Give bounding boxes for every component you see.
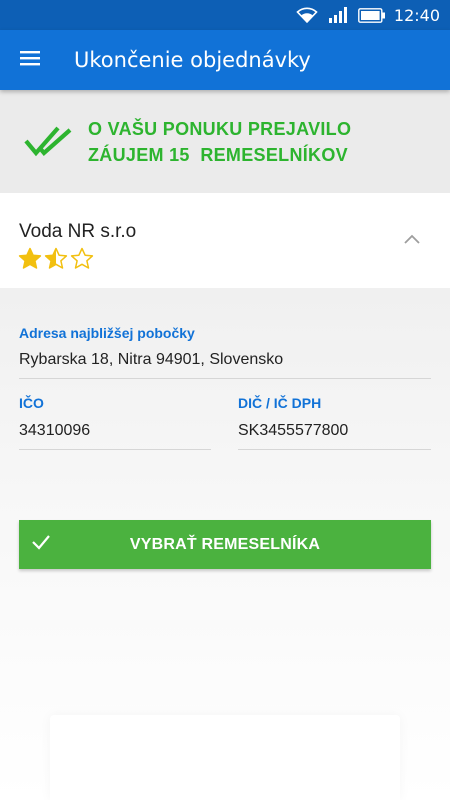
divider: [19, 378, 431, 379]
address-label: Adresa najbližšej pobočky: [19, 325, 195, 341]
check-icon: [31, 532, 51, 557]
banner-line-2: ZÁUJEM 15 REMESELNÍKOV: [88, 144, 348, 165]
bottom-card: [50, 715, 400, 800]
page-title: Ukončenie objednávky: [74, 48, 311, 72]
hamburger-menu-icon[interactable]: [20, 50, 40, 71]
craftsman-name: Voda NR s.r.o: [19, 221, 137, 242]
star-icon: [70, 247, 94, 269]
status-bar: 12:40: [0, 0, 450, 30]
status-time: 12:40: [393, 5, 440, 25]
signal-icon: [328, 7, 348, 23]
banner-text: O VAŠU PONUKU PREJAVILO ZÁUJEM 15 REMESE…: [88, 116, 351, 168]
rating-stars: [18, 247, 94, 271]
app-bar: Ukončenie objednávky: [0, 30, 450, 90]
craftsman-header[interactable]: Voda NR s.r.o: [0, 193, 450, 288]
ico-label: IČO: [19, 395, 44, 411]
wifi-icon: [296, 7, 318, 23]
interest-banner: O VAŠU PONUKU PREJAVILO ZÁUJEM 15 REMESE…: [0, 90, 450, 193]
star-icon: [18, 247, 42, 269]
battery-icon: [357, 7, 386, 23]
dic-value: SK3455577800: [238, 422, 349, 439]
divider: [19, 449, 211, 450]
chevron-up-icon[interactable]: [404, 231, 420, 249]
star-icon: [44, 247, 68, 269]
select-craftsman-label: VYBRAŤ REMESELNÍKA: [129, 535, 321, 553]
banner-line-1: O VAŠU PONUKU PREJAVILO: [88, 118, 352, 139]
address-value: Rybarska 18, Nitra 94901, Slovensko: [19, 351, 284, 368]
select-craftsman-button[interactable]: VYBRAŤ REMESELNÍKA: [19, 520, 431, 569]
divider: [238, 449, 431, 450]
menu-button[interactable]: [0, 30, 60, 90]
dic-label: DIČ / IČ DPH: [238, 395, 322, 411]
double-check-icon: [24, 125, 76, 159]
ico-value: 34310096: [19, 422, 91, 439]
